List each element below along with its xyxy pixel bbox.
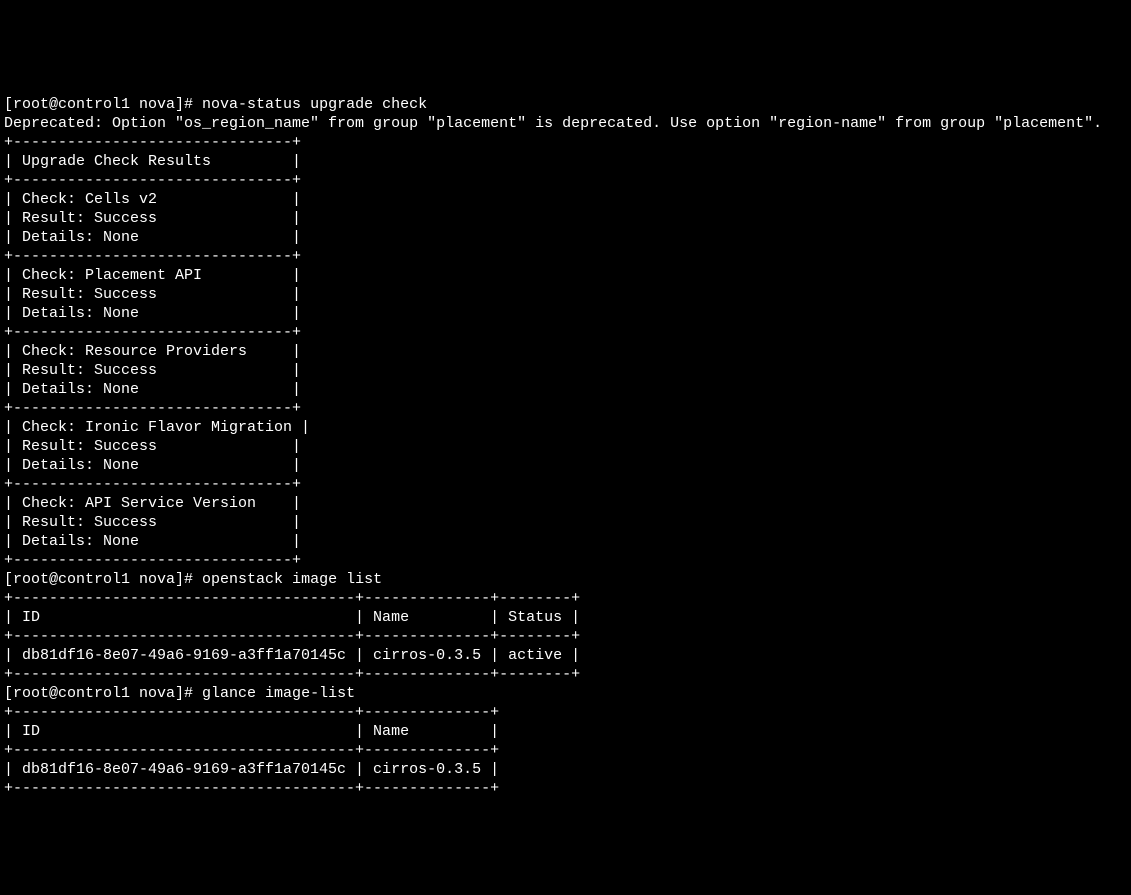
glance-table-header: | ID | Name |	[4, 723, 499, 740]
table-sep: +-------------------------------+	[4, 476, 301, 493]
check-details: | Details: None |	[4, 229, 301, 246]
table-sep: +-------------------------------+	[4, 324, 301, 341]
terminal-output[interactable]: [root@control1 nova]# nova-status upgrad…	[0, 95, 1131, 800]
prompt: [root@control1 nova]#	[4, 685, 202, 702]
table-sep: +-------------------------------+	[4, 552, 301, 569]
check-result: | Result: Success |	[4, 286, 301, 303]
check-result: | Result: Success |	[4, 438, 301, 455]
check-name: | Check: Placement API |	[4, 267, 301, 284]
check-name: | Check: Ironic Flavor Migration |	[4, 419, 310, 436]
check-result: | Result: Success |	[4, 514, 301, 531]
prompt: [root@control1 nova]#	[4, 571, 202, 588]
check-name: | Check: API Service Version |	[4, 495, 301, 512]
table-sep: +-------------------------------+	[4, 134, 301, 151]
command-openstack-image-list: openstack image list	[202, 571, 382, 588]
image-table-header: | ID | Name | Status |	[4, 609, 580, 626]
command-nova-status: nova-status upgrade check	[202, 96, 427, 113]
table-sep: +--------------------------------------+…	[4, 780, 499, 797]
table-sep: +--------------------------------------+…	[4, 704, 499, 721]
table-sep: +--------------------------------------+…	[4, 590, 580, 607]
table-sep: +-------------------------------+	[4, 172, 301, 189]
upgrade-check-header: | Upgrade Check Results |	[4, 153, 301, 170]
check-details: | Details: None |	[4, 457, 301, 474]
table-sep: +-------------------------------+	[4, 248, 301, 265]
check-details: | Details: None |	[4, 381, 301, 398]
check-details: | Details: None |	[4, 533, 301, 550]
image-table-row: | db81df16-8e07-49a6-9169-a3ff1a70145c |…	[4, 647, 580, 664]
table-sep: +--------------------------------------+…	[4, 666, 580, 683]
table-sep: +-------------------------------+	[4, 400, 301, 417]
check-details: | Details: None |	[4, 305, 301, 322]
prompt: [root@control1 nova]#	[4, 96, 202, 113]
check-result: | Result: Success |	[4, 210, 301, 227]
check-name: | Check: Cells v2 |	[4, 191, 301, 208]
deprecation-warning: Deprecated: Option "os_region_name" from…	[4, 115, 1102, 132]
check-name: | Check: Resource Providers |	[4, 343, 301, 360]
table-sep: +--------------------------------------+…	[4, 628, 580, 645]
glance-table-row: | db81df16-8e07-49a6-9169-a3ff1a70145c |…	[4, 761, 499, 778]
check-result: | Result: Success |	[4, 362, 301, 379]
command-glance-image-list: glance image-list	[202, 685, 355, 702]
table-sep: +--------------------------------------+…	[4, 742, 499, 759]
